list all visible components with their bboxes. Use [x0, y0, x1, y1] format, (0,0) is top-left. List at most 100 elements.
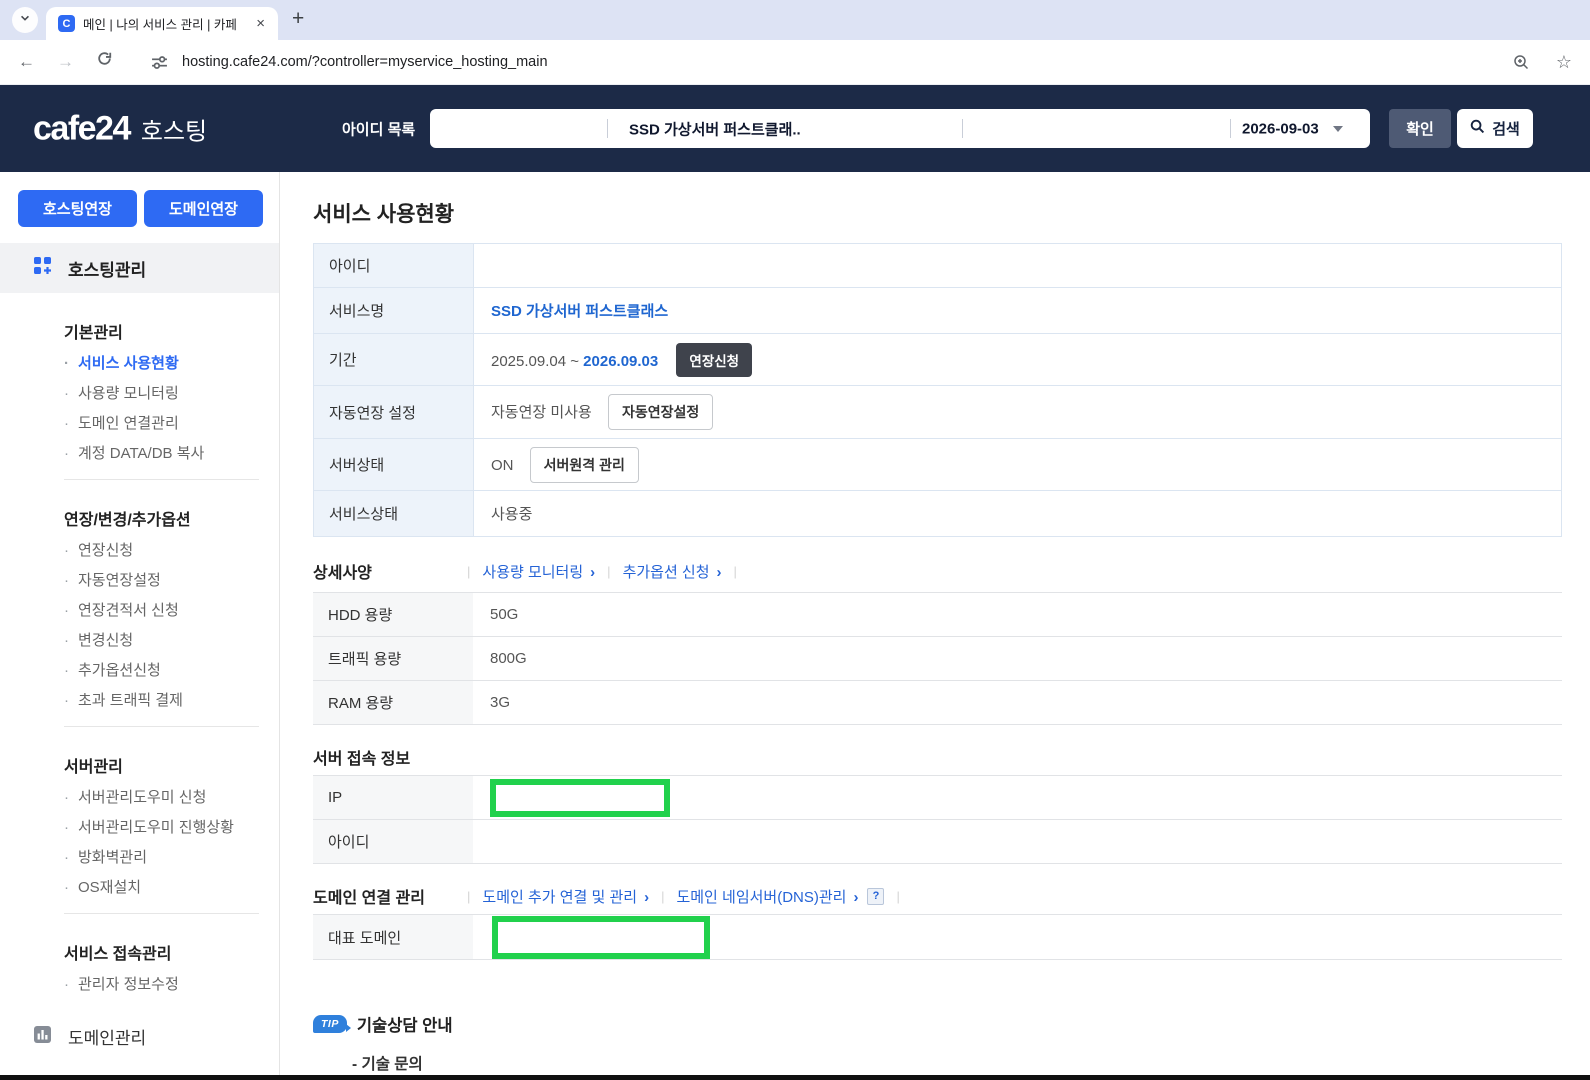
tip-subtitle: - 기술 문의	[352, 1056, 423, 1073]
logo-hosting-label: 호스팅	[140, 118, 208, 145]
addon-apply-link[interactable]: 추가옵션 신청 ›	[623, 561, 722, 582]
app-header: cafe24 호스팅 아이디 목록 SSD 가상서버 퍼스트클래.. 2026-…	[0, 85, 1590, 172]
service-name-link[interactable]: SSD 가상서버 퍼스트클래스	[491, 303, 668, 320]
server-id-value	[473, 819, 1562, 864]
sidebar-item-service-usage[interactable]: 서비스 사용현황	[64, 355, 279, 373]
zoom-icon[interactable]	[1512, 53, 1530, 71]
help-icon[interactable]: ?	[867, 887, 885, 905]
reload-icon[interactable]	[96, 51, 113, 73]
divider	[962, 119, 963, 138]
date-select-value[interactable]: 2026-09-03	[1242, 120, 1319, 137]
table-row-service-name: 서비스명 SSD 가상서버 퍼스트클래스	[313, 287, 1562, 334]
group-header: 기본관리	[64, 325, 123, 342]
row-label: 아이디	[313, 819, 473, 864]
sidebar-item-domain-connection[interactable]: 도메인 연결관리	[64, 415, 279, 433]
ram-value: 3G	[473, 680, 1562, 725]
table-row-server-state: 서버상태 ON 서버원격 관리	[313, 438, 1562, 491]
hosting-renew-button[interactable]: 호스팅연장	[18, 190, 137, 227]
bottom-window-edge	[0, 1075, 1590, 1080]
new-tab-icon[interactable]: +	[292, 7, 304, 31]
chevron-down-icon[interactable]	[1333, 126, 1343, 132]
cafe24-favicon: C	[58, 15, 75, 32]
sidebar-item-renew-apply[interactable]: 연장신청	[64, 542, 279, 560]
renew-apply-button[interactable]: 연장신청	[676, 342, 753, 377]
dns-manage-link[interactable]: 도메인 네임서버(DNS)관리 ›	[676, 886, 858, 907]
divider: |	[607, 563, 611, 579]
bookmark-star-icon[interactable]: ☆	[1556, 52, 1572, 73]
browser-tab[interactable]: C 메인 | 나의 서비스 관리 | 카페 ×	[46, 7, 278, 40]
browser-tab-strip: C 메인 | 나의 서비스 관리 | 카페 × +	[0, 0, 1590, 40]
domain-renew-button[interactable]: 도메인연장	[144, 190, 263, 227]
sidebar-item-excess-traffic-payment[interactable]: 초과 트래픽 결제	[64, 692, 279, 710]
sidebar-item-domain-management[interactable]: 도메인관리	[0, 1024, 279, 1049]
server-remote-button[interactable]: 서버원격 관리	[529, 446, 639, 483]
usage-monitoring-link[interactable]: 사용량 모니터링 ›	[482, 561, 595, 582]
sidebar-item-addon-apply[interactable]: 추가옵션신청	[64, 662, 279, 680]
sidebar-item-renewal-quote[interactable]: 연장견적서 신청	[64, 602, 279, 620]
tab-search-button[interactable]	[12, 7, 38, 33]
sidebar-item-os-reinstall[interactable]: OS재설치	[64, 879, 279, 897]
confirm-button[interactable]: 확인	[1389, 109, 1451, 148]
sidebar-group-service-access: 서비스 접속관리 관리자 정보수정	[0, 940, 279, 994]
forward-icon[interactable]: →	[57, 52, 74, 72]
row-label: HDD 용량	[313, 592, 473, 637]
sidebar-item-change-apply[interactable]: 변경신청	[64, 632, 279, 650]
url-text[interactable]: hosting.cafe24.com/?controller=myservice…	[182, 54, 1486, 70]
row-label: 서비스상태	[313, 490, 474, 537]
table-row-period: 기간 2025.09.04 ~ 2026.09.03 연장신청	[313, 333, 1562, 386]
sidebar-item-autorenew-setting[interactable]: 자동연장설정	[64, 572, 279, 590]
browser-url-bar: ← → hosting.cafe24.com/?controller=myser…	[0, 40, 1590, 85]
page-title: 서비스 사용현황	[313, 203, 455, 226]
autorenew-setting-button[interactable]: 자동연장설정	[607, 394, 714, 430]
sidebar-item-server-helper-status[interactable]: 서버관리도우미 진행상황	[64, 819, 279, 837]
server-access-table: IP 아이디	[313, 775, 1562, 864]
traffic-value: 800G	[473, 636, 1562, 681]
divider: |	[661, 888, 665, 904]
cafe24-logo[interactable]: cafe24 호스팅	[33, 109, 207, 148]
sidebar-item-firewall[interactable]: 방화벽관리	[64, 849, 279, 867]
table-row-hdd: HDD 용량 50G	[313, 592, 1562, 637]
table-row-id: 아이디	[313, 243, 1562, 288]
domain-add-manage-link[interactable]: 도메인 추가 연결 및 관리 ›	[482, 886, 649, 907]
table-row-ram: RAM 용량 3G	[313, 680, 1562, 725]
main-content: 서비스 사용현황 아이디 서비스명 SSD 가상서버 퍼스트클래스 기간 202…	[280, 172, 1590, 1075]
table-row-service-state: 서비스상태 사용중	[313, 490, 1562, 537]
sidebar-item-usage-monitoring[interactable]: 사용량 모니터링	[64, 385, 279, 403]
row-label: 서버상태	[313, 438, 474, 491]
link-label: 도메인 추가 연결 및 관리	[482, 888, 638, 906]
row-label: IP	[313, 775, 473, 820]
service-select-value[interactable]: SSD 가상서버 퍼스트클래..	[629, 118, 801, 139]
sidebar-item-label: 도메인관리	[68, 1029, 147, 1048]
back-icon[interactable]: ←	[18, 52, 35, 72]
server-state-value: ON	[491, 456, 514, 474]
close-icon[interactable]: ×	[253, 15, 268, 32]
divider: |	[467, 563, 471, 579]
row-label: RAM 용량	[313, 680, 473, 725]
sidebar-item-label: 호스팅관리	[68, 260, 147, 280]
divider: |	[467, 888, 471, 904]
sidebar-item-admin-info-edit[interactable]: 관리자 정보수정	[64, 976, 279, 994]
divider: |	[733, 563, 737, 579]
server-access-section-header: 서버 접속 정보	[313, 745, 1590, 769]
tip-section: TIP 기술상담 안내 - 기술 문의 기술 상담은 유선 안내 시 제한이 있…	[313, 1012, 1590, 1075]
service-search-bar[interactable]: SSD 가상서버 퍼스트클래.. 2026-09-03	[430, 109, 1370, 148]
section-title: 서버 접속 정보	[313, 751, 411, 768]
group-header: 서버관리	[64, 759, 123, 776]
table-row-traffic: 트래픽 용량 800G	[313, 636, 1562, 681]
table-row-server-id: 아이디	[313, 819, 1562, 864]
table-row-rep-domain: 대표 도메인	[313, 914, 1562, 960]
divider	[64, 479, 259, 480]
divider	[64, 913, 259, 914]
link-label: 도메인 네임서버(DNS)관리	[676, 888, 847, 906]
chevron-right-icon: ›	[644, 888, 650, 906]
search-button[interactable]: 검색	[1457, 109, 1533, 148]
service-usage-table: 아이디 서비스명 SSD 가상서버 퍼스트클래스 기간 2025.09.04 ~…	[313, 243, 1562, 537]
tune-icon[interactable]	[151, 54, 168, 71]
section-title: 상세사양	[313, 565, 372, 582]
sidebar-item-data-db-copy[interactable]: 계정 DATA/DB 복사	[64, 445, 279, 463]
service-state-value: 사용중	[473, 490, 1562, 537]
section-title: 도메인 연결 관리	[313, 890, 425, 907]
sidebar-item-hosting-management[interactable]: 호스팅관리	[0, 243, 279, 293]
sidebar-item-server-helper-apply[interactable]: 서버관리도우미 신청	[64, 789, 279, 807]
id-list-label: 아이디 목록	[342, 121, 416, 138]
